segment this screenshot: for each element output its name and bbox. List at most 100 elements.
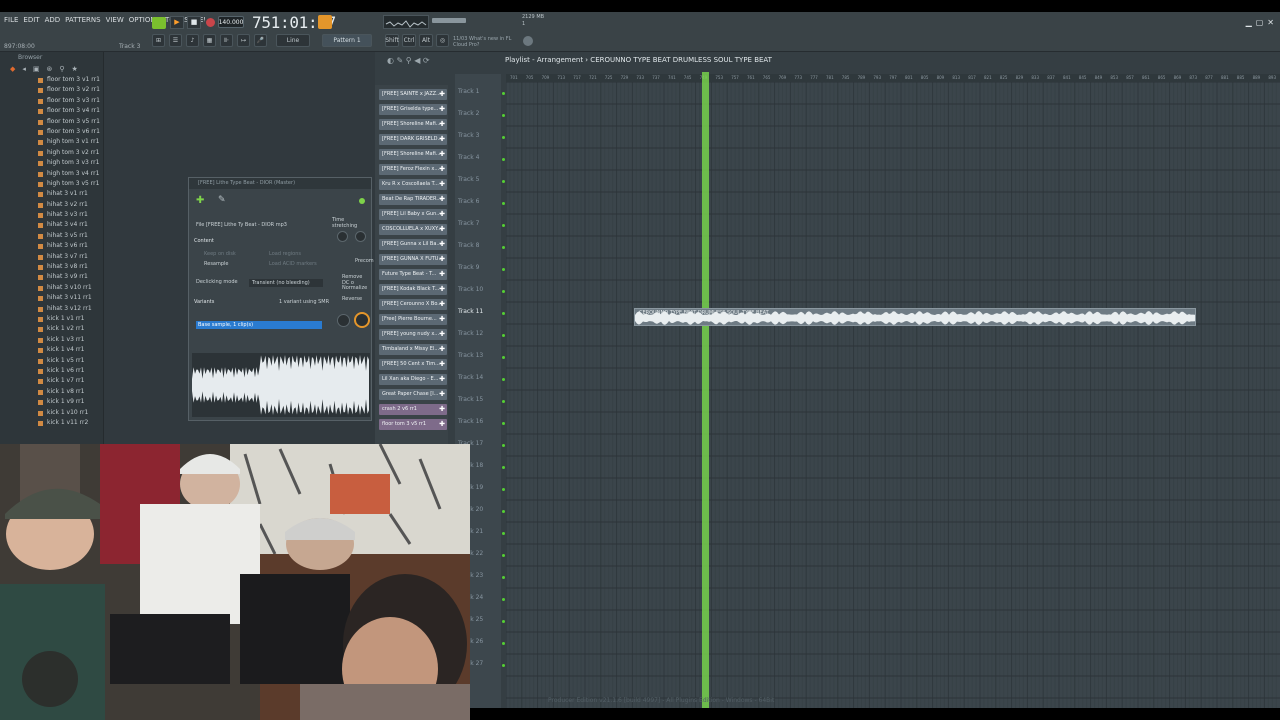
browser-file-item[interactable]: hihat 3 v5 rr1 xyxy=(0,231,103,241)
zoom-icon[interactable]: ⚲ xyxy=(406,56,412,65)
track-mute-led[interactable] xyxy=(502,620,505,623)
track-mute-led[interactable] xyxy=(502,510,505,513)
sample-waveform[interactable] xyxy=(192,353,370,417)
channel-rack-button[interactable]: ▦ xyxy=(203,34,216,47)
browser-file-item[interactable]: kick 1 v10 rr1 xyxy=(0,408,103,418)
arrangement-grid[interactable] xyxy=(506,82,1280,708)
browser-file-item[interactable]: hihat 3 v12 rr1 xyxy=(0,304,103,314)
cloud-icon[interactable] xyxy=(523,36,533,46)
stop-button[interactable]: ■ xyxy=(187,16,201,29)
browser-file-item[interactable]: hihat 3 v10 rr1 xyxy=(0,283,103,293)
track-mute-led[interactable] xyxy=(502,246,505,249)
menu-file[interactable]: FILE xyxy=(4,16,18,24)
browser-file-item[interactable]: kick 1 v1 rr1 xyxy=(0,314,103,324)
browser-file-item[interactable]: kick 1 v5 rr1 xyxy=(0,356,103,366)
track-header-label[interactable]: Track 6 xyxy=(458,198,479,205)
track-mute-led[interactable] xyxy=(502,92,505,95)
playlist-options-icon[interactable]: ◐ xyxy=(387,56,394,65)
browser-file-item[interactable]: hihat 3 v4 rr1 xyxy=(0,220,103,230)
track-mute-led[interactable] xyxy=(502,444,505,447)
tempo-display[interactable]: 140.000 xyxy=(218,16,244,28)
news-icon[interactable]: ◎ xyxy=(436,34,449,47)
channel-picker-item[interactable]: COSCOLLUELA x XUXY... xyxy=(379,224,447,235)
snap-button[interactable]: ⊞ xyxy=(152,34,165,47)
audio-clip[interactable]: CEROUNNO TYPE BEAT DRUMLESS SOUL TYPE BE… xyxy=(634,308,1196,326)
channel-picker-item[interactable]: [FREE] Shoreline Mafi... xyxy=(379,149,447,160)
browser-file-item[interactable]: high tom 3 v3 rr1 xyxy=(0,158,103,168)
browser-file-item[interactable]: kick 1 v8 rr1 xyxy=(0,387,103,397)
declicking-mode-select[interactable]: Transient (no bleeding) xyxy=(249,279,323,287)
keep-on-disk-option[interactable]: Keep on disk xyxy=(204,251,236,257)
folder-icon[interactable]: ▣ xyxy=(33,65,40,73)
browser-file-item[interactable]: hihat 3 v7 rr1 xyxy=(0,252,103,262)
track-mute-led[interactable] xyxy=(502,202,505,205)
track-header-label[interactable]: Track 3 xyxy=(458,132,479,139)
browser-file-item[interactable]: kick 1 v3 rr1 xyxy=(0,335,103,345)
channel-picker-item[interactable]: [FREE] Kodak Black T... xyxy=(379,284,447,295)
browser-file-item[interactable]: high tom 3 v1 rr1 xyxy=(0,137,103,147)
browser-file-item[interactable]: kick 1 v9 rr1 xyxy=(0,397,103,407)
browser-file-item[interactable]: hihat 3 v9 rr1 xyxy=(0,272,103,282)
load-acid-markers-option[interactable]: Load ACID markers xyxy=(269,261,317,267)
channel-picker-item[interactable]: [FREE] young nudy x... xyxy=(379,329,447,340)
pattern-song-toggle[interactable] xyxy=(152,17,166,29)
track-mute-led[interactable] xyxy=(502,136,505,139)
browser-file-item[interactable]: high tom 3 v5 rr1 xyxy=(0,179,103,189)
browser-menu-icon[interactable]: ◆ xyxy=(10,65,15,73)
wrench-icon[interactable]: ✎ xyxy=(218,195,226,205)
channel-picker-item[interactable]: [FREE] Feroz Flexin x... xyxy=(379,164,447,175)
track-header-label[interactable]: Track 16 xyxy=(458,418,483,425)
track-mute-led[interactable] xyxy=(502,422,505,425)
channel-picker-item[interactable]: Timbaland x Missy El... xyxy=(379,344,447,355)
channel-picker-item[interactable]: Lil Xan aka Diego - E... xyxy=(379,374,447,385)
minimize-icon[interactable]: ▁ xyxy=(1246,18,1252,27)
mic-button[interactable]: 🎤 xyxy=(254,34,267,47)
mul-knob[interactable] xyxy=(355,231,366,242)
shift-knob[interactable] xyxy=(337,314,350,327)
track-mute-led[interactable] xyxy=(502,224,505,227)
piano-roll-button[interactable]: ♪ xyxy=(186,34,199,47)
track-mute-led[interactable] xyxy=(502,554,505,557)
browser-file-item[interactable]: hihat 3 v1 rr1 xyxy=(0,189,103,199)
channel-picker-item[interactable]: Future Type Beat - T... xyxy=(379,269,447,280)
plugin-button[interactable]: ↦ xyxy=(237,34,250,47)
channel-picker-item[interactable]: [FREE] Lil Baby x Gun... xyxy=(379,209,447,220)
channel-picker-item[interactable]: [FREE] DARK GRISELD... xyxy=(379,134,447,145)
track-mute-led[interactable] xyxy=(502,400,505,403)
browser-file-item[interactable]: kick 1 v4 rr1 xyxy=(0,345,103,355)
track-mute-led[interactable] xyxy=(502,290,505,293)
track-header-label[interactable]: Track 9 xyxy=(458,264,479,271)
browser-file-item[interactable]: hihat 3 v3 rr1 xyxy=(0,210,103,220)
track-header-label[interactable]: Track 8 xyxy=(458,242,479,249)
record-button[interactable] xyxy=(204,16,217,29)
track-header-label[interactable]: Track 5 xyxy=(458,176,479,183)
precompute-button[interactable]: Precom xyxy=(355,258,374,264)
menu-edit[interactable]: EDIT xyxy=(23,16,39,24)
browser-file-item[interactable]: high tom 3 v4 rr1 xyxy=(0,169,103,179)
track-mute-led[interactable] xyxy=(502,532,505,535)
channel-picker-item[interactable]: [FREE] Shoreline Mafi... xyxy=(379,119,447,130)
master-volume-slider[interactable] xyxy=(432,18,466,23)
load-regions-option[interactable]: Load regions xyxy=(269,251,301,257)
play-button[interactable]: ▶ xyxy=(170,16,184,29)
maximize-icon[interactable]: ▢ xyxy=(1256,18,1264,27)
browser-file-item[interactable]: floor tom 3 v2 rr1 xyxy=(0,85,103,95)
browser-file-item[interactable]: floor tom 3 v3 rr1 xyxy=(0,96,103,106)
channel-picker-item[interactable]: Beat De Rap TIRADER... xyxy=(379,194,447,205)
channel-picker-item[interactable]: Kru R x Coscollaela T... xyxy=(379,179,447,190)
track-header-label[interactable]: Track 10 xyxy=(458,286,483,293)
channel-picker-item[interactable]: [FREE] Cerounno X Bo... xyxy=(379,299,447,310)
channel-picker-item[interactable]: [FREE] GUNNA X FUTU... xyxy=(379,254,447,265)
track-mute-led[interactable] xyxy=(502,466,505,469)
collapse-icon[interactable]: ◂ xyxy=(22,65,26,73)
track-header-label[interactable]: Track 7 xyxy=(458,220,479,227)
track-header-label[interactable]: Track 12 xyxy=(458,330,483,337)
track-mute-led[interactable] xyxy=(502,598,505,601)
track-header-label[interactable]: Track 13 xyxy=(458,352,483,359)
track-mute-led[interactable] xyxy=(502,334,505,337)
browser-file-item[interactable]: floor tom 3 v5 rr1 xyxy=(0,117,103,127)
browser-file-item[interactable]: hihat 3 v11 rr1 xyxy=(0,293,103,303)
resample-option[interactable]: Resample xyxy=(204,261,229,267)
browser-file-item[interactable]: floor tom 3 v1 rr1 xyxy=(0,75,103,85)
track-mute-led[interactable] xyxy=(502,268,505,271)
